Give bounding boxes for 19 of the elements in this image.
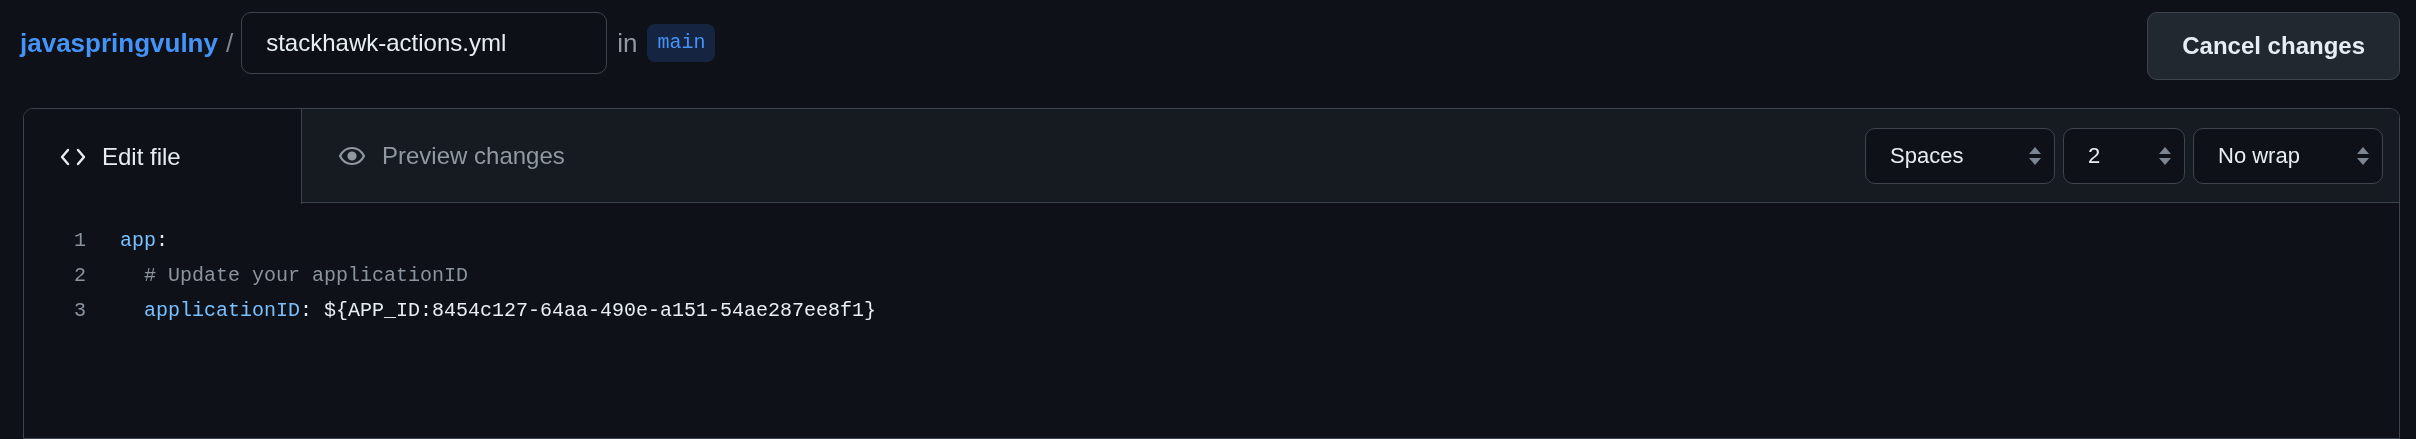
select-dropdown[interactable]: Spaces	[1865, 127, 2055, 184]
code-line: applicationID: ${APP_ID:8454c127-64aa-490e-a151-54ae287ee8f1}	[143, 297, 877, 324]
file-name-field[interactable]: stackhawk-actions.yml	[241, 12, 608, 74]
eye-icon	[338, 146, 366, 166]
cancel-changes-button[interactable]: Cancel changes	[2147, 12, 2400, 80]
editor-tab[interactable]: Edit file	[24, 109, 302, 204]
editor-tab[interactable]: Preview changes	[302, 109, 601, 203]
code-line: # Update your applicationID	[143, 262, 469, 289]
path-separator: /	[225, 26, 234, 60]
in-label: in	[617, 26, 638, 60]
line-number: 1	[73, 227, 87, 254]
select-dropdown[interactable]: 2	[2063, 127, 2185, 184]
code-line: app:	[120, 227, 169, 254]
select-dropdown[interactable]: No wrap	[2193, 127, 2383, 184]
branch-label: main	[647, 24, 716, 62]
repo-link[interactable]: javaspringvulny	[20, 23, 218, 63]
line-number: 2	[73, 262, 87, 289]
line-number: 3	[73, 297, 87, 324]
code-icon	[60, 146, 86, 167]
